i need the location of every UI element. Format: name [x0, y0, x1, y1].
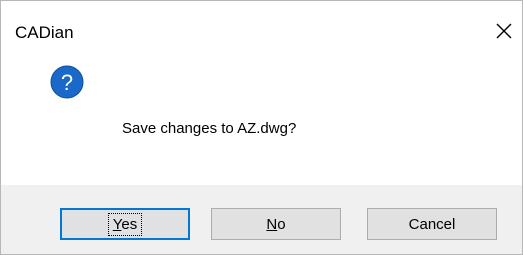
dialog-message: Save changes to AZ.dwg? [122, 120, 297, 137]
dialog-title: CADian [15, 23, 74, 42]
question-icon: ? [50, 65, 84, 99]
svg-text:?: ? [61, 70, 73, 95]
save-changes-dialog: CADian ? Save changes to AZ.dwg? Yes No … [0, 0, 523, 255]
no-label-rest: o [277, 215, 286, 233]
yes-button-label: Yes [107, 212, 143, 236]
yes-button[interactable]: Yes [60, 208, 190, 240]
cancel-button-label: Cancel [408, 215, 456, 233]
no-button[interactable]: No [211, 208, 341, 240]
title-bar: CADian [1, 1, 522, 45]
no-mnemonic: N [266, 215, 278, 233]
close-icon [496, 23, 512, 39]
yes-label-rest: es [121, 215, 138, 233]
close-button[interactable] [486, 13, 522, 49]
cancel-button[interactable]: Cancel [367, 208, 497, 240]
no-button-label: No [266, 216, 285, 233]
